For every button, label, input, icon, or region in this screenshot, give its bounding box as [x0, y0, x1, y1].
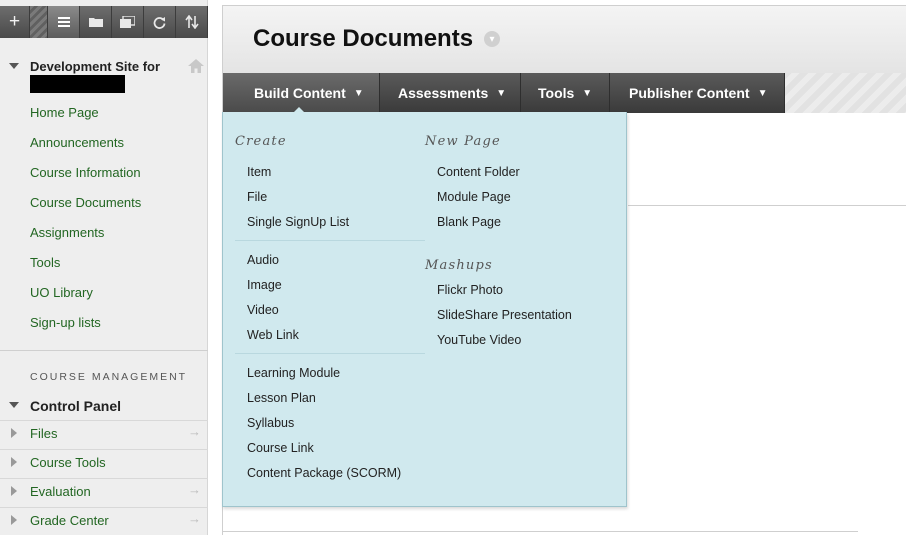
tab-label: Tools: [538, 85, 575, 101]
content-bottom-divider: [223, 531, 858, 532]
course-site-header: Development Site for: [0, 56, 208, 96]
control-item-label: Grade Center: [30, 513, 109, 528]
control-item-label: Files: [30, 426, 58, 441]
menu-separator: [235, 353, 425, 354]
tab-label: Build Content: [254, 85, 346, 101]
chevron-down-icon: ▼: [757, 87, 768, 99]
create-content-package[interactable]: Content Package (SCORM): [247, 466, 401, 480]
right-arrow-icon: →: [188, 511, 201, 526]
sort-icon[interactable]: [176, 6, 208, 38]
refresh-icon[interactable]: [144, 6, 176, 38]
add-icon[interactable]: +: [0, 6, 30, 38]
toolbar-spacer: [30, 6, 48, 38]
control-item-course-tools[interactable]: Course Tools: [0, 449, 208, 478]
mashup-slideshare-presentation[interactable]: SlideShare Presentation: [437, 308, 572, 322]
title-options-chevron-icon[interactable]: ▾: [484, 31, 500, 47]
course-site-title[interactable]: Development Site for: [30, 59, 160, 74]
menu-item-uo-library[interactable]: UO Library: [30, 284, 141, 314]
new-content-folder[interactable]: Content Folder: [437, 165, 520, 179]
list-icon[interactable]: [48, 6, 80, 38]
control-item-files[interactable]: Files →: [0, 420, 208, 449]
course-management-heading: COURSE MANAGEMENT: [30, 371, 188, 383]
page-title: Course Documents: [253, 25, 474, 52]
create-single-signup-list[interactable]: Single SignUp List: [247, 215, 349, 229]
menu-item-course-documents[interactable]: Course Documents: [30, 194, 141, 224]
content-divider: [628, 205, 906, 206]
control-item-grade-center[interactable]: Grade Center →: [0, 507, 208, 535]
create-lesson-plan[interactable]: Lesson Plan: [247, 391, 316, 405]
new-page-heading: New Page: [425, 134, 501, 149]
create-learning-module[interactable]: Learning Module: [247, 366, 340, 380]
new-module-page[interactable]: Module Page: [437, 190, 511, 204]
expand-arrow-icon[interactable]: [11, 457, 17, 467]
window-icon[interactable]: [112, 6, 144, 38]
sidebar-divider: [0, 350, 208, 351]
build-content-dropdown: Create Item File Single SignUp List Audi…: [222, 112, 627, 507]
menu-item-assignments[interactable]: Assignments: [30, 224, 141, 254]
control-panel-header[interactable]: Control Panel: [0, 396, 208, 416]
create-video[interactable]: Video: [247, 303, 279, 317]
home-icon[interactable]: [188, 59, 204, 78]
create-syllabus[interactable]: Syllabus: [247, 416, 294, 430]
create-heading: Create: [235, 134, 287, 149]
course-sidebar: + Development Site for Home Page Announc…: [0, 0, 208, 535]
expand-arrow-icon[interactable]: [11, 428, 17, 438]
control-item-evaluation[interactable]: Evaluation →: [0, 478, 208, 507]
course-menu: Home Page Announcements Course Informati…: [30, 104, 141, 344]
menu-item-sign-up-lists[interactable]: Sign-up lists: [30, 314, 141, 344]
chevron-down-icon: ▼: [582, 87, 593, 99]
chevron-down-icon: ▼: [496, 87, 507, 99]
create-item[interactable]: Item: [247, 165, 271, 179]
redacted-course-name: [30, 75, 125, 93]
control-panel-label: Control Panel: [30, 398, 122, 414]
tab-publisher-content[interactable]: Publisher Content ▼: [610, 73, 785, 113]
mashup-youtube-video[interactable]: YouTube Video: [437, 333, 521, 347]
menu-item-course-information[interactable]: Course Information: [30, 164, 141, 194]
sidebar-toolbar: +: [0, 6, 208, 38]
new-blank-page[interactable]: Blank Page: [437, 215, 501, 229]
create-audio[interactable]: Audio: [247, 253, 279, 267]
menu-item-tools[interactable]: Tools: [30, 254, 141, 284]
tab-label: Assessments: [398, 85, 489, 101]
menu-item-home-page[interactable]: Home Page: [30, 104, 141, 134]
right-arrow-icon: →: [188, 482, 201, 497]
create-image[interactable]: Image: [247, 278, 282, 292]
right-arrow-icon: →: [188, 424, 201, 439]
action-bar: Build Content ▼ Assessments ▼ Tools ▼ Pu…: [223, 73, 906, 114]
control-item-label: Evaluation: [30, 484, 91, 499]
create-course-link[interactable]: Course Link: [247, 441, 314, 455]
tab-tools[interactable]: Tools ▼: [521, 73, 610, 113]
menu-separator: [235, 240, 425, 241]
create-web-link[interactable]: Web Link: [247, 328, 299, 342]
create-file[interactable]: File: [247, 190, 267, 204]
expand-arrow-icon[interactable]: [11, 515, 17, 525]
expand-arrow-icon[interactable]: [11, 486, 17, 496]
folder-icon[interactable]: [80, 6, 112, 38]
control-item-label: Course Tools: [30, 455, 106, 470]
action-bar-tabs: Build Content ▼ Assessments ▼ Tools ▼ Pu…: [223, 73, 785, 113]
mashup-flickr-photo[interactable]: Flickr Photo: [437, 283, 503, 297]
menu-item-announcements[interactable]: Announcements: [30, 134, 141, 164]
tab-label: Publisher Content: [629, 85, 750, 101]
tab-assessments[interactable]: Assessments ▼: [380, 73, 521, 113]
chevron-down-icon: ▼: [353, 87, 364, 99]
page-header: Course Documents ▾: [223, 6, 906, 73]
mashups-heading: Mashups: [425, 258, 493, 273]
collapse-arrow-icon[interactable]: [9, 402, 19, 408]
collapse-arrow-icon[interactable]: [9, 63, 19, 69]
